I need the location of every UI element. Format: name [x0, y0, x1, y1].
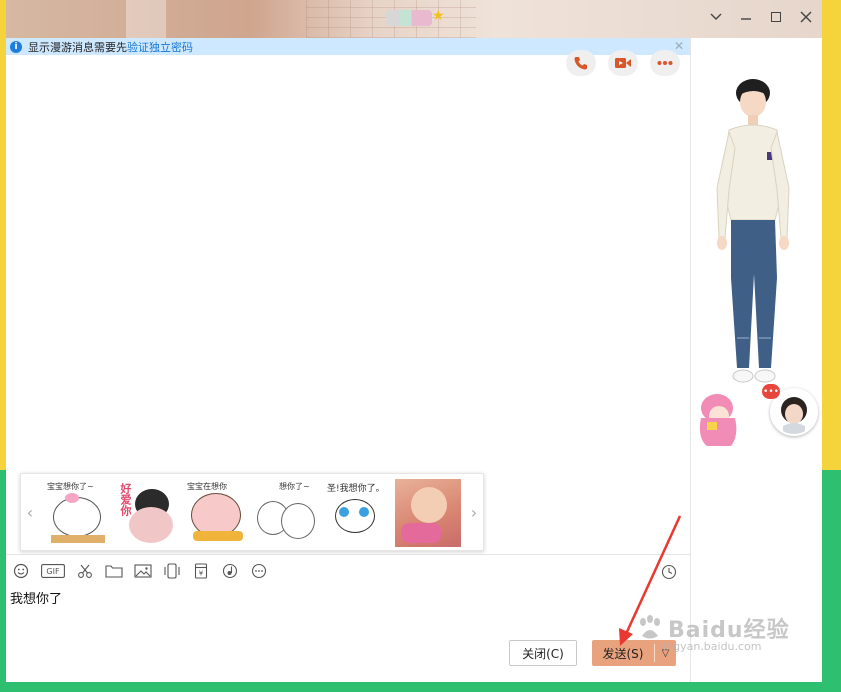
baidu-jingyan-watermark: Baidu经验 jingyan.baidu.com	[636, 612, 790, 653]
sticker-item[interactable]: 想你了~	[255, 479, 321, 547]
more-tools-icon[interactable]	[250, 562, 268, 580]
video-call-button[interactable]	[608, 50, 638, 76]
baidu-paw-icon	[640, 615, 660, 639]
close-chat-button[interactable]: 关闭(C)	[509, 640, 577, 666]
window-controls	[708, 9, 814, 25]
send-button-label: 发送(S)	[602, 646, 644, 661]
message-input[interactable]: 我想你了	[10, 588, 62, 607]
sticker-box-art	[51, 535, 105, 543]
emoji-icon[interactable]	[12, 562, 30, 580]
avatar-face-art	[772, 390, 816, 434]
sticker-child-face-art	[411, 487, 447, 523]
star-icon: ★	[432, 8, 445, 24]
sticker-couple-art	[129, 507, 173, 543]
sticker-prev-icon[interactable]: ‹	[23, 500, 37, 524]
sticker-caption: 宝宝在想你	[187, 482, 227, 491]
sticker-child-shirt-art	[401, 523, 441, 543]
sticker-photo-item[interactable]	[395, 479, 461, 547]
sticker-item[interactable]: 好爱你	[115, 479, 181, 547]
music-icon[interactable]	[221, 562, 239, 580]
title-decoration	[126, 0, 166, 38]
call-buttons	[566, 50, 680, 76]
avatar-show-panel	[691, 38, 822, 682]
message-bubble-badge: •••	[762, 384, 780, 399]
input-toolbar: GIF ¥	[12, 562, 268, 580]
minimize-icon[interactable]	[738, 9, 754, 25]
sticker-caption: 圣!我想你了。	[327, 484, 385, 494]
collapse-chevron-icon[interactable]	[708, 9, 724, 25]
sticker-pillow-art	[193, 531, 243, 541]
sticker-item[interactable]: 宝宝想你了~	[45, 479, 111, 547]
svg-text:¥: ¥	[199, 570, 204, 578]
sticker-bun-right-art	[281, 503, 315, 539]
screenshot-scissors-icon[interactable]	[76, 562, 94, 580]
verify-password-link[interactable]: 验证独立密码	[127, 39, 193, 55]
voice-call-button[interactable]	[566, 50, 596, 76]
video-camera-icon	[615, 58, 631, 68]
sticker-item[interactable]: 宝宝在想你	[185, 479, 251, 547]
sticker-next-icon[interactable]: ›	[467, 500, 481, 524]
close-window-icon[interactable]	[798, 9, 814, 25]
message-history-clock-icon[interactable]	[660, 563, 678, 581]
chat-window: i 显示漫游消息需要先 验证独立密码 ✕ ‹ 宝宝想你了~ 好爱你 宝宝在想你 …	[6, 38, 822, 682]
image-icon[interactable]	[134, 562, 152, 580]
maximize-icon[interactable]	[768, 9, 784, 25]
svg-text:GIF: GIF	[46, 567, 60, 576]
notice-text: 显示漫游消息需要先	[28, 40, 127, 54]
gif-icon[interactable]: GIF	[41, 562, 65, 580]
red-packet-icon[interactable]: ¥	[192, 562, 210, 580]
sticker-caption: 想你了~	[279, 482, 310, 491]
sticker-tear-right	[359, 507, 369, 517]
shake-window-icon[interactable]	[163, 562, 181, 580]
title-bar: ★	[6, 0, 822, 38]
sticker-caption: 好爱你	[119, 483, 132, 516]
info-icon: i	[10, 40, 22, 53]
input-divider	[6, 554, 690, 555]
title-skin-decoration	[386, 10, 432, 26]
more-dots-icon	[657, 61, 673, 65]
sticker-item[interactable]: 圣!我想你了。	[325, 479, 391, 547]
watermark-url: jingyan.baidu.com	[660, 640, 762, 653]
sticker-caption: 宝宝想你了~	[47, 482, 94, 491]
sticker-suggestions: ‹ 宝宝想你了~ 好爱你 宝宝在想你 想你了~ 圣!我想你了。 ›	[20, 473, 484, 551]
sticker-flower-art	[65, 493, 79, 503]
folder-icon[interactable]	[105, 562, 123, 580]
sticker-tear-left	[339, 507, 349, 517]
more-options-button[interactable]	[650, 50, 680, 76]
phone-icon	[574, 57, 587, 70]
sticker-cat-art	[53, 497, 101, 537]
